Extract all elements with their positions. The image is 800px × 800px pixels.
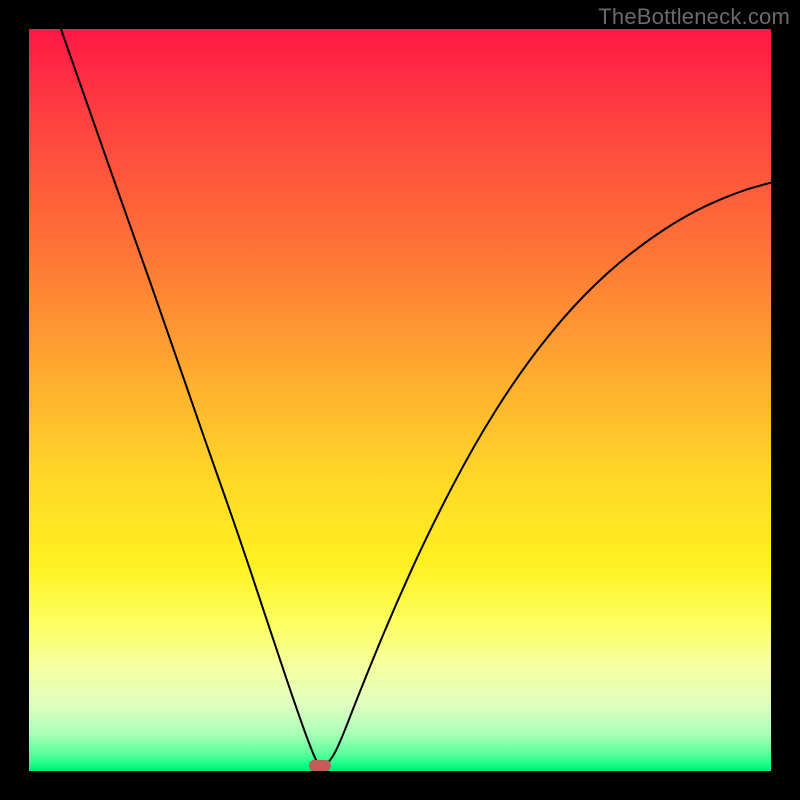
attribution-text: TheBottleneck.com — [598, 4, 790, 30]
bottleneck-curve — [61, 29, 771, 766]
chart-frame: TheBottleneck.com — [0, 0, 800, 800]
optimal-point-marker — [309, 760, 331, 771]
chart-svg — [29, 29, 771, 771]
plot-area — [29, 29, 771, 771]
